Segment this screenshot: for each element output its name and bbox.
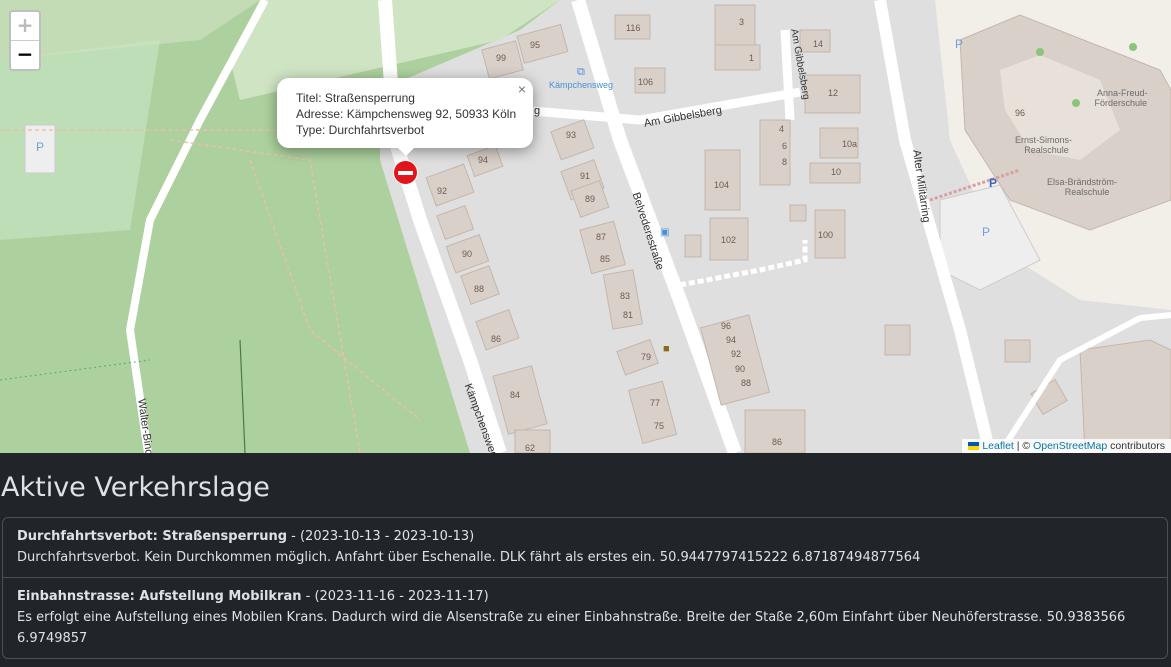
house-number: 86 [491, 334, 502, 344]
incident-title: Einbahnstrasse: Aufstellung Mobilkran [17, 589, 302, 604]
bus-stop-label: Kämpchensweg [549, 80, 614, 90]
popup-close-button[interactable]: × [518, 81, 526, 97]
section-heading: Aktive Verkehrslage [1, 472, 270, 503]
leaflet-link[interactable]: Leaflet [982, 440, 1014, 452]
house-number: 90 [735, 364, 746, 374]
incident-description: Es erfolgt eine Aufstellung eines Mobile… [17, 610, 1126, 646]
parking-icon: P [955, 37, 964, 51]
house-number: 8 [782, 157, 788, 167]
house-number: 96 [721, 321, 732, 331]
popup-title: Titel: Straßensperrung [296, 91, 415, 105]
house-number: 106 [638, 77, 654, 87]
house-number: 84 [510, 390, 521, 400]
house-number: 62 [525, 443, 536, 453]
road-closure-marker-icon[interactable] [393, 160, 418, 185]
incident-dates: - (2023-10-13 - 2023-10-13) [287, 529, 475, 544]
house-number: 95 [530, 40, 541, 50]
house-number: 10 [831, 167, 842, 177]
house-number: 85 [600, 254, 611, 264]
house-number: 92 [731, 349, 742, 359]
house-number: 75 [654, 421, 665, 431]
house-number: 94 [726, 335, 737, 345]
house-number: 6 [782, 141, 788, 151]
house-number: 88 [474, 284, 485, 294]
incident-dates: - (2023-11-16 - 2023-11-17) [301, 589, 489, 604]
house-number: 96 [1015, 108, 1026, 118]
ukraine-flag-icon [968, 442, 980, 450]
marker-popup: × Titel: Straßensperrung Adresse: Kämpch… [277, 78, 533, 156]
parking-icon: P [989, 176, 998, 190]
house-number: 77 [650, 398, 661, 408]
house-number: 89 [585, 194, 596, 204]
house-number: 100 [818, 230, 834, 240]
house-number: 3 [739, 17, 745, 27]
osm-link[interactable]: OpenStreetMap [1033, 440, 1107, 452]
map[interactable]: 116 3 14 95 99 1 106 12 93 94 4 6 8 10a … [0, 0, 1171, 453]
zoom-out-button[interactable]: − [11, 41, 39, 69]
house-number: 79 [641, 352, 652, 362]
popup-type: Type: Durchfahrtsverbot [296, 123, 425, 137]
house-number: 92 [437, 186, 448, 196]
house-number: 99 [496, 53, 507, 63]
map-tiles [0, 0, 1171, 453]
house-number: 91 [580, 171, 591, 181]
house-number: 12 [828, 88, 839, 98]
house-number: 94 [478, 155, 489, 165]
house-number: 1 [749, 53, 755, 63]
house-number: 81 [623, 310, 634, 320]
street-label: g [534, 105, 541, 117]
incident-list: Durchfahrtsverbot: Straßensperrung - (20… [2, 517, 1168, 659]
house-number: 116 [626, 23, 641, 33]
parking-icon: P [36, 140, 45, 154]
house-number: 10a [842, 139, 858, 149]
house-number: 87 [596, 232, 607, 242]
bus-stop-icon: ▣ [660, 227, 670, 238]
attribution-contributors: contributors [1107, 440, 1165, 452]
house-number: 93 [566, 130, 577, 140]
house-number: 86 [772, 437, 783, 447]
house-number: 102 [721, 235, 737, 245]
shop-icon: ■ [663, 343, 670, 355]
house-number: 83 [620, 291, 631, 301]
list-item[interactable]: Durchfahrtsverbot: Straßensperrung - (20… [3, 518, 1167, 578]
zoom-in-button[interactable]: + [11, 12, 39, 41]
zoom-control: + − [9, 10, 41, 71]
attribution-separator: | © [1013, 440, 1034, 452]
parking-icon: P [982, 225, 991, 239]
house-number: 90 [462, 249, 473, 259]
house-number: 4 [779, 124, 785, 134]
incident-title: Durchfahrtsverbot: Straßensperrung [17, 529, 288, 544]
incident-description: Durchfahrtsverbot. Kein Durchkommen mögl… [17, 550, 921, 565]
house-number: 88 [741, 378, 752, 388]
school-label: Ernst-Simons- Realschule [1015, 135, 1073, 155]
map-attribution: Leaflet | © OpenStreetMap contributors [962, 439, 1171, 453]
school-label: Elsa-Brändström- Realschule [1047, 177, 1118, 197]
house-number: 104 [714, 180, 730, 190]
popup-address: Adresse: Kämpchensweg 92, 50933 Köln [296, 107, 517, 121]
house-number: 14 [813, 39, 824, 49]
bus-stop-icon: ⧉ [577, 66, 585, 78]
popup-tip [397, 147, 415, 156]
school-label: Anna-Freud- Förderschule [1094, 88, 1148, 108]
list-item[interactable]: Einbahnstrasse: Aufstellung Mobilkran - … [3, 578, 1167, 658]
